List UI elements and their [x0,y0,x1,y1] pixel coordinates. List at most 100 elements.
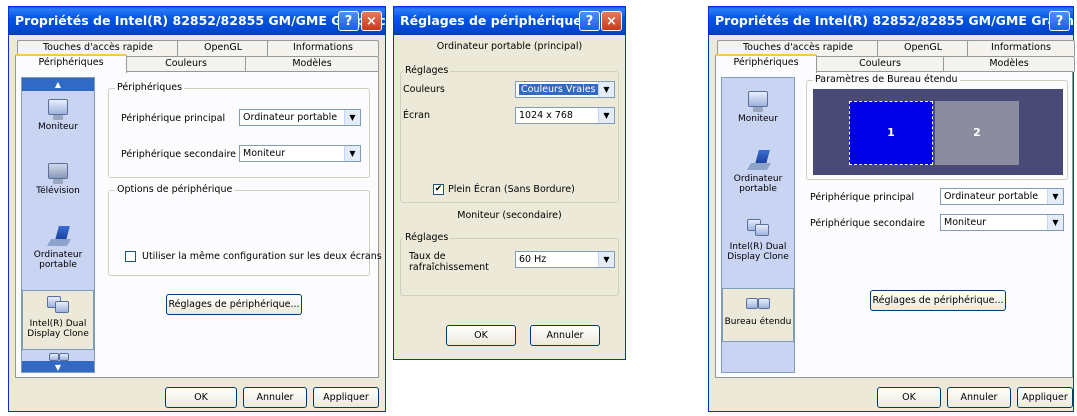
right-secondary-value: Moniteur [944,217,987,228]
scroll-down-icon: ▼ [54,363,62,372]
left-cancel-button[interactable]: Annuler [243,387,307,408]
dual-display-clone-icon [745,218,771,242]
middle-secondary-settings-group: Réglages Taux de rafraîchissement 60 Hz … [400,232,619,296]
left-sidebar-scroll-down[interactable]: ▼ [22,361,94,372]
right-sidebar-item-extended-label: Bureau étendu [724,317,792,327]
right-desktop-preview: 1 2 [813,89,1063,175]
check-icon: ✔ [434,184,443,194]
left-tab-devices-label: Périphériques [38,57,104,68]
left-device-settings-button[interactable]: Réglages de périphérique... [166,294,302,315]
left-tab-panel: ▲ Moniteur Télévision Ordinateur portabl… [15,71,382,378]
right-device-sidebar[interactable]: Moniteur Ordinateur portable Intel(R) Du… [721,77,795,373]
right-tab-opengl[interactable]: OpenGL [877,40,969,56]
left-sidebar-scroll-up[interactable]: ▲ [22,78,94,91]
left-sidebar-item-clone[interactable]: Intel(R) Dual Display Clone [22,290,94,350]
left-primary-select[interactable]: Ordinateur portable ▼ [239,109,361,126]
left-tab-models-label: Modèles [292,58,332,69]
right-screen-2[interactable]: 2 [935,101,1019,165]
left-sidebar-item-laptop[interactable]: Ordinateur portable [22,226,94,286]
middle-refresh-value: 60 Hz [519,254,547,265]
left-close-button[interactable]: × [361,11,382,31]
left-device-sidebar[interactable]: ▲ Moniteur Télévision Ordinateur portabl… [21,77,95,373]
left-apply-button[interactable]: Appliquer [313,387,379,408]
middle-ok-label: OK [474,330,488,341]
left-sidebar-item-monitor-label: Moniteur [38,122,78,132]
left-secondary-label: Périphérique secondaire [121,149,237,160]
left-tab-opengl-label: OpenGL [203,42,243,53]
middle-cancel-button[interactable]: Annuler [530,325,600,346]
chevron-down-icon: ▼ [598,82,614,97]
middle-close-button[interactable]: × [601,11,622,31]
right-extended-group: Paramètres de Bureau étendu 1 2 [806,74,1068,180]
right-apply-button[interactable]: Appliquer [1017,387,1073,408]
left-tab-colors[interactable]: Couleurs [125,56,247,72]
left-tab-info[interactable]: Informations [267,40,379,56]
left-tab-opengl[interactable]: OpenGL [177,40,269,56]
right-tab-models[interactable]: Modèles [943,56,1075,72]
left-devices-group-title: Périphériques [115,82,185,93]
left-help-button[interactable]: ? [338,11,359,31]
right-tab-colors[interactable]: Couleurs [815,56,945,72]
right-device-settings-button[interactable]: Réglages de périphérique... [870,290,1006,311]
right-help-button[interactable]: ? [1049,11,1070,31]
left-secondary-select[interactable]: Moniteur ▼ [239,145,361,162]
left-same-config-label: Utiliser la même configuration sur les d… [142,251,382,262]
left-tab-models[interactable]: Modèles [245,56,379,72]
right-tab-opengl-label: OpenGL [903,42,943,53]
left-devices-group: Périphériques Périphérique principal Ord… [108,82,370,178]
right-cancel-button[interactable]: Annuler [947,387,1011,408]
right-sidebar-item-extended[interactable]: Bureau étendu [722,288,794,342]
middle-help-button[interactable]: ? [579,11,600,31]
left-sidebar-item-monitor[interactable]: Moniteur [22,98,94,148]
right-apply-label: Appliquer [1022,392,1068,403]
left-sidebar-item-tv[interactable]: Télévision [22,162,94,212]
right-title-bar[interactable]: Propriétés de Intel(R) 82852/82855 GM/GM… [709,7,1073,35]
left-sidebar-item-clone-label: Intel(R) Dual Display Clone [27,319,89,339]
left-apply-label: Appliquer [323,392,369,403]
right-primary-value: Ordinateur portable [944,191,1039,202]
left-tab-info-label: Informations [293,42,353,53]
left-secondary-value: Moniteur [243,148,286,159]
middle-colors-label: Couleurs [403,84,445,95]
dual-display-clone-icon [45,295,71,319]
right-sidebar-item-clone[interactable]: Intel(R) Dual Display Clone [722,218,794,278]
right-tab-devices[interactable]: Périphériques [715,54,817,73]
left-same-config-checkbox[interactable] [125,251,136,262]
middle-colors-select[interactable]: Couleurs Vraies ▼ [515,81,615,98]
left-ok-label: OK [194,392,208,403]
middle-ok-button[interactable]: OK [446,325,516,346]
left-ok-button[interactable]: OK [165,387,237,408]
right-screen-1[interactable]: 1 [849,101,933,165]
middle-fullscreen-checkbox[interactable]: ✔ [433,184,444,195]
middle-cancel-label: Annuler [546,330,584,341]
right-screen-1-number: 1 [887,126,895,139]
scroll-up-icon: ▲ [54,80,62,89]
right-secondary-select[interactable]: Moniteur ▼ [940,214,1064,231]
right-sidebar-item-monitor[interactable]: Moniteur [722,90,794,140]
monitor-icon [745,90,771,114]
right-extended-group-title: Paramètres de Bureau étendu [813,74,960,85]
monitor-icon [45,98,71,122]
right-ok-button[interactable]: OK [877,387,941,408]
chevron-down-icon: ▼ [344,146,360,161]
right-tab-colors-label: Couleurs [859,58,901,69]
middle-refresh-select[interactable]: 60 Hz ▼ [515,251,615,268]
right-tab-info[interactable]: Informations [967,40,1075,56]
left-window-title: Propriétés de Intel(R) 82852/82855 GM/GM… [15,13,385,28]
left-properties-window: Propriétés de Intel(R) 82852/82855 GM/GM… [8,6,386,412]
left-primary-label: Périphérique principal [121,113,226,124]
laptop-icon [745,150,772,174]
right-properties-window: Propriétés de Intel(R) 82852/82855 GM/GM… [708,6,1075,412]
left-device-settings-label: Réglages de périphérique... [168,299,300,310]
middle-window-title: Réglages de périphérique [400,13,582,28]
middle-colors-value: Couleurs Vraies [519,84,598,95]
right-primary-select[interactable]: Ordinateur portable ▼ [940,188,1064,205]
right-sidebar-item-laptop[interactable]: Ordinateur portable [722,150,794,208]
left-cancel-label: Annuler [256,392,294,403]
left-tab-devices[interactable]: Périphériques [15,54,127,73]
left-title-bar[interactable]: Propriétés de Intel(R) 82852/82855 GM/GM… [9,7,385,35]
middle-screen-select[interactable]: 1024 x 768 ▼ [515,107,615,124]
chevron-down-icon: ▼ [598,252,614,267]
left-sidebar-item-laptop-label: Ordinateur portable [33,250,83,270]
left-tab-hotkeys-label: Touches d'accès rapide [42,42,154,53]
